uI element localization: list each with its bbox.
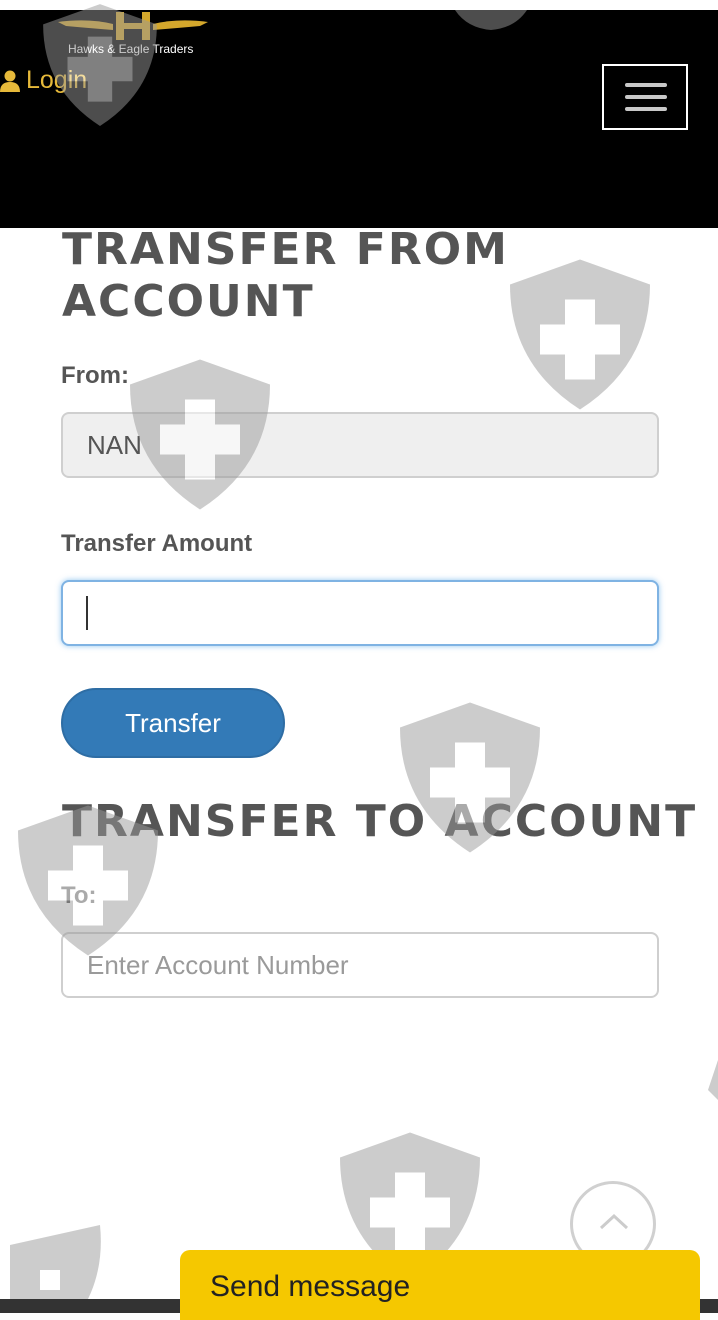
bottom-bar [700,1299,718,1313]
menu-toggle-button[interactable] [602,64,688,130]
send-message-label: Send message [210,1270,411,1303]
chevron-up-icon [599,1213,629,1230]
text-caret [86,596,88,630]
transfer-amount-label: Transfer Amount [61,530,253,557]
transfer-amount-input[interactable] [61,580,659,646]
user-icon [0,70,20,92]
site-header: Hawks & Eagle Traders Login [0,10,718,228]
shield-watermark-icon [708,1060,718,1100]
wings-logo-icon [58,12,208,40]
from-account-field[interactable] [61,412,659,478]
to-account-input[interactable] [61,932,659,998]
send-message-widget[interactable]: Send message [180,1250,700,1320]
from-label: From: [61,362,129,389]
hamburger-menu-icon [625,83,667,87]
transfer-button[interactable]: Transfer [61,688,285,758]
to-label: To: [61,882,97,909]
transfer-from-heading: TRANSFER FROM ACCOUNT [62,224,509,327]
login-label: Login [26,66,88,94]
brand-logo[interactable]: Hawks & Eagle Traders [58,12,208,60]
login-link[interactable]: Login [0,66,87,95]
bottom-bar [0,1299,180,1313]
status-gap [0,0,718,10]
brand-name: Hawks & Eagle Traders [68,42,194,56]
transfer-to-heading: TRANSFER TO ACCOUNT [62,796,698,847]
